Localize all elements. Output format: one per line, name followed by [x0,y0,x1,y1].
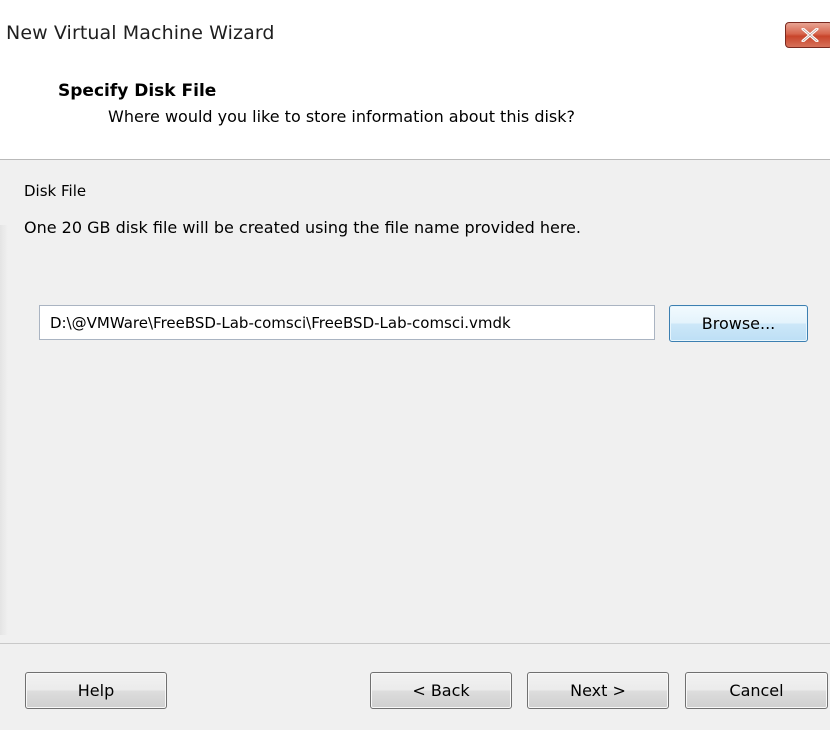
page-subtitle: Where would you like to store informatio… [108,107,576,126]
title-bar: New Virtual Machine Wizard [0,0,830,68]
wizard-window: New Virtual Machine Wizard Specify Disk … [0,0,830,730]
page-title: Specify Disk File [58,81,217,101]
wizard-footer: Help < Back Next > Cancel [0,643,830,730]
help-button[interactable]: Help [25,672,167,709]
cancel-button[interactable]: Cancel [685,672,828,709]
window-title: New Virtual Machine Wizard [6,22,275,44]
close-button[interactable] [785,22,830,48]
section-label: Disk File [24,182,87,200]
disk-file-path-input[interactable] [39,305,655,340]
disk-description: One 20 GB disk file will be created usin… [24,218,581,237]
close-icon [801,28,819,42]
wizard-header: Specify Disk File Where would you like t… [0,68,830,160]
back-button[interactable]: < Back [370,672,512,709]
browse-button[interactable]: Browse... [669,305,808,342]
next-button[interactable]: Next > [527,672,669,709]
left-edge-shadow [0,225,8,635]
wizard-content: Disk File One 20 GB disk file will be cr… [0,160,830,643]
